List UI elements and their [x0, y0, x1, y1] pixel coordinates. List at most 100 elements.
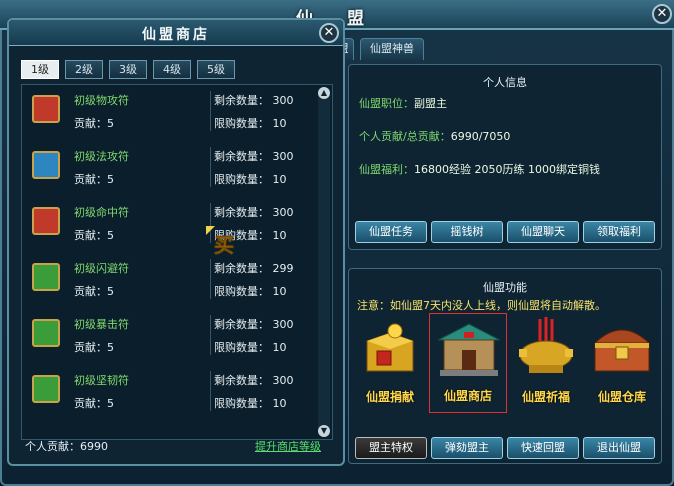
remaining-value: 300	[272, 206, 294, 219]
tab-level-5[interactable]: 5级	[197, 60, 235, 79]
item-name: 初级物攻符	[74, 94, 129, 107]
welfare-value: 16800经验 2050历练 1000绑定铜钱	[414, 163, 600, 176]
shop-close-icon[interactable]: ✕	[319, 23, 339, 43]
contribution-value: 5	[107, 173, 114, 186]
item-name: 初级坚韧符	[74, 374, 129, 387]
leader-privilege-button[interactable]: 盟主特权	[355, 437, 427, 459]
tab-level-4[interactable]: 4级	[153, 60, 191, 79]
limit-value: 10	[272, 229, 287, 242]
incense-burner-icon	[519, 317, 573, 373]
contribution-label: 贡献：	[74, 229, 107, 242]
contribution-label: 贡献：	[74, 173, 107, 186]
donate-function[interactable]: 仙盟捐献	[351, 313, 429, 413]
guild-functions-panel: 仙盟功能 注意：如仙盟7天内没人上线，则仙盟将自动解散。 仙盟捐献 仙盟商店 仙…	[348, 268, 662, 464]
guild-task-button[interactable]: 仙盟任务	[355, 221, 427, 243]
tab-level-3[interactable]: 3级	[109, 60, 147, 79]
guild-chat-button[interactable]: 仙盟聊天	[507, 221, 579, 243]
shop-function[interactable]: 仙盟商店	[429, 313, 507, 413]
scroll-up-icon[interactable]: ▲	[318, 87, 330, 99]
contribution-value: 5	[107, 285, 114, 298]
welfare-row: 仙盟福利：16800经验 2050历练 1000绑定铜钱	[359, 161, 600, 177]
limit-label: 限购数量：	[214, 173, 269, 186]
contribution-value: 5	[107, 397, 114, 410]
remaining-label: 剩余数量：	[214, 262, 269, 275]
impeach-leader-button[interactable]: 弹劾盟主	[431, 437, 503, 459]
item-limit: 限购数量： 10	[214, 115, 287, 131]
item-remaining: 剩余数量： 300	[214, 316, 294, 332]
divider	[210, 371, 211, 411]
close-icon[interactable]: ✕	[652, 4, 672, 24]
position-row: 仙盟职位：副盟主	[359, 95, 447, 111]
money-tree-button[interactable]: 摇钱树	[431, 221, 503, 243]
item-remaining: 剩余数量： 300	[214, 372, 294, 388]
remaining-label: 剩余数量：	[214, 94, 269, 107]
welfare-label: 仙盟福利：	[359, 163, 414, 176]
remaining-value: 299	[272, 262, 294, 275]
personal-contribution: 个人贡献：6990	[25, 440, 108, 453]
remaining-value: 300	[272, 150, 294, 163]
shop-label: 仙盟商店	[443, 389, 492, 403]
contribution-label: 贡献：	[74, 341, 107, 354]
talisman-icon	[32, 95, 60, 123]
contribution-value: 6990/7050	[450, 130, 511, 143]
item-limit: 限购数量： 10	[214, 171, 287, 187]
limit-label: 限购数量：	[214, 397, 269, 410]
leave-guild-button[interactable]: 退出仙盟	[583, 437, 655, 459]
limit-label: 限购数量：	[214, 117, 269, 130]
item-contribution: 贡献：5	[74, 339, 114, 355]
contribution-label: 贡献：	[74, 397, 107, 410]
tab-guild-beast[interactable]: 仙盟神兽	[360, 38, 424, 60]
contribution-value: 5	[107, 341, 114, 354]
divider	[210, 259, 211, 299]
divider	[210, 91, 211, 131]
item-contribution: 贡献：5	[74, 115, 114, 131]
shop-item-list: 初级物攻符 贡献：5 剩余数量： 300 限购数量： 10 初级法攻符 贡献：5…	[21, 84, 333, 440]
item-limit: 限购数量： 10	[214, 339, 287, 355]
item-contribution: 贡献：5	[74, 227, 114, 243]
remaining-label: 剩余数量：	[214, 318, 269, 331]
item-limit: 限购数量： 10	[214, 283, 287, 299]
talisman-icon	[32, 319, 60, 347]
quick-return-button[interactable]: 快速回盟	[507, 437, 579, 459]
buy-label: 买	[214, 233, 234, 256]
item-name: 初级命中符	[74, 206, 129, 219]
limit-label: 限购数量：	[214, 285, 269, 298]
guild-shop-popup: 仙盟商店 ✕ 1级 2级 3级 4级 5级 初级物攻符 贡献：5 剩余数量： 3…	[7, 18, 345, 466]
remaining-label: 剩余数量：	[214, 206, 269, 219]
claim-welfare-button[interactable]: 领取福利	[583, 221, 655, 243]
shop-item[interactable]: 初级闪避符 贡献：5 剩余数量： 299 限购数量： 10	[22, 253, 316, 309]
shop-item[interactable]: 初级坚韧符 贡献：5 剩余数量： 300 限购数量： 10	[22, 365, 316, 421]
limit-value: 10	[272, 173, 287, 186]
remaining-value: 300	[272, 318, 294, 331]
shop-item[interactable]: 初级法攻符 贡献：5 剩余数量： 300 限购数量： 10	[22, 141, 316, 197]
remaining-value: 300	[272, 94, 294, 107]
item-remaining: 剩余数量： 300	[214, 92, 294, 108]
talisman-icon	[32, 151, 60, 179]
shop-item[interactable]: 初级暴击符 贡献：5 剩余数量： 300 限购数量： 10	[22, 309, 316, 365]
item-contribution: 贡献：5	[74, 283, 114, 299]
item-name: 初级法攻符	[74, 150, 129, 163]
shop-item[interactable]: 初级命中符 贡献：5 剩余数量： 300 限购数量： 10	[22, 197, 316, 253]
scroll-down-icon[interactable]: ▼	[318, 425, 330, 437]
item-name: 初级闪避符	[74, 262, 129, 275]
talisman-icon	[32, 375, 60, 403]
limit-value: 10	[272, 285, 287, 298]
donate-label: 仙盟捐献	[365, 390, 414, 404]
pray-function[interactable]: 仙盟祈福	[507, 313, 585, 413]
remaining-label: 剩余数量：	[214, 374, 269, 387]
item-list-scrollbar[interactable]: ▲ ▼	[318, 87, 330, 437]
contribution-label: 贡献：	[74, 117, 107, 130]
shop-item[interactable]: 初级物攻符 贡献：5 剩余数量： 300 限购数量： 10	[22, 85, 316, 141]
upgrade-shop-link[interactable]: 提升商店等级	[255, 438, 321, 454]
warehouse-function[interactable]: 仙盟仓库	[583, 313, 661, 413]
tab-level-2[interactable]: 2级	[65, 60, 103, 79]
item-remaining: 剩余数量： 300	[214, 148, 294, 164]
divider	[210, 315, 211, 355]
position-value: 副盟主	[414, 97, 447, 110]
limit-value: 10	[272, 397, 287, 410]
warehouse-label: 仙盟仓库	[597, 390, 646, 404]
tab-level-1[interactable]: 1级	[21, 60, 59, 79]
treasure-chest-icon	[593, 329, 651, 372]
divider	[210, 147, 211, 187]
limit-value: 10	[272, 341, 287, 354]
